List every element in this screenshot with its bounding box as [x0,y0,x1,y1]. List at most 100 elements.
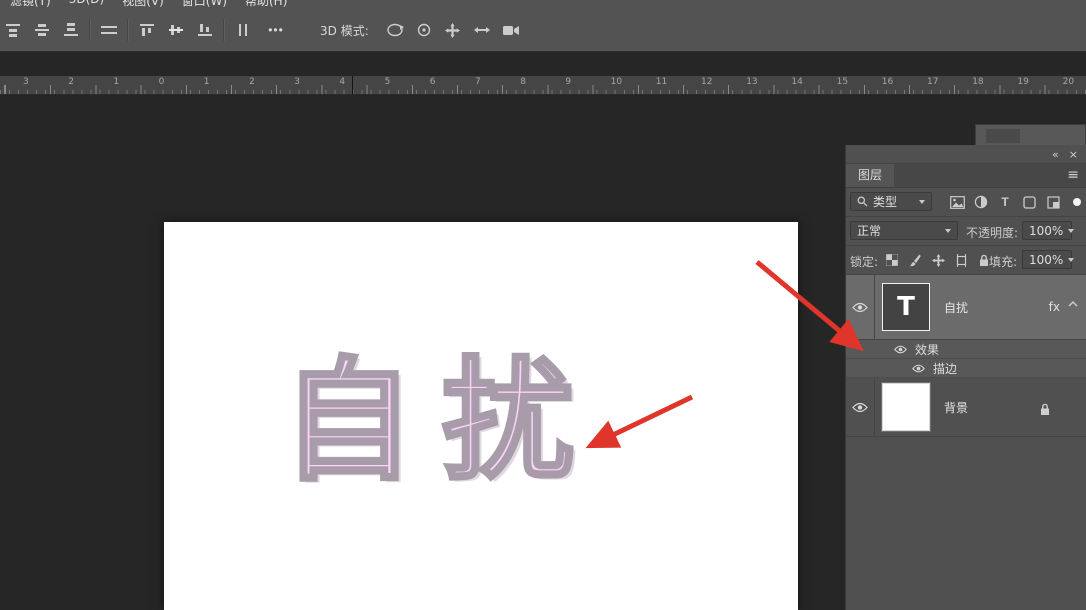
ruler-label: 14 [791,77,802,87]
3d-roll-icon [416,22,432,38]
layer-row-text[interactable]: T 自扰 fx [846,275,1086,340]
chevron-down-icon [1068,229,1074,233]
chevron-down-icon [1068,258,1074,262]
align-vcenter-icon [169,23,183,37]
photoshop-window: 滤镜(T) 3D(D) 视图(V) 窗口(W) 帮助(H) [0,0,1086,610]
distribute-vcenter-button[interactable] [31,19,53,41]
filter-adjustment-button[interactable] [972,193,990,211]
blend-mode-row: 正常 不透明度: 100% [846,217,1086,246]
thumbnail-letter: T [897,292,915,322]
menu-window[interactable]: 窗口(W) [182,0,227,9]
distribute-top-icon [5,23,21,37]
collapse-panel-icon[interactable]: « [1052,149,1059,160]
more-options-button[interactable]: ••• [261,19,291,41]
opacity-select[interactable]: 100% [1022,221,1072,240]
effects-group-row[interactable]: 效果 [846,340,1086,359]
filter-type-layer-button[interactable]: T [996,193,1014,211]
divider [127,19,129,41]
menu-3d[interactable]: 3D(D) [69,0,104,9]
layer-row-background[interactable]: 背景 [846,378,1086,437]
collapsed-panel-tab[interactable] [986,129,1020,143]
chevron-down-icon [945,229,951,233]
3d-mode-label: 3D 模式: [320,22,369,39]
ruler-label: 13 [746,77,757,87]
distribute-top-button[interactable] [2,19,24,41]
layers-panel: « × 图层 ≡ 类型 T [845,145,1086,610]
fx-badge[interactable]: fx [1049,300,1060,314]
visibility-toggle[interactable] [846,378,875,436]
ruler-label: 1 [113,77,119,87]
ruler-label: 17 [927,77,938,87]
fill-select[interactable]: 100% [1022,250,1072,269]
fill-value: 100% [1029,253,1063,267]
filter-pixel-button[interactable] [948,193,966,211]
divider [223,19,225,41]
checkerboard-icon [886,254,898,266]
layer-name[interactable]: 自扰 [944,299,968,316]
background-layer-thumbnail[interactable] [882,383,930,431]
3d-orbit-button[interactable] [384,19,406,41]
divider [89,19,91,41]
stroke-effect-row[interactable]: 描边 [846,359,1086,378]
artboard-icon [955,254,968,267]
blend-mode-select[interactable]: 正常 [850,221,958,240]
filter-shape-button[interactable] [1020,193,1038,211]
eye-icon [852,402,868,413]
image-icon [950,196,965,209]
collapse-effects-icon[interactable] [1068,301,1078,307]
align-bottom-icon [198,23,212,37]
eye-icon [852,302,868,313]
blend-mode-value: 正常 [857,222,881,239]
eye-icon [912,364,925,373]
distribute-bottom-button[interactable] [60,19,82,41]
lock-transparent-pixels-button[interactable] [884,252,900,268]
lock-image-pixels-button[interactable] [907,252,923,268]
distribute-hspacing-button[interactable] [232,19,254,41]
effects-group-label: 效果 [915,341,939,358]
lock-icon [979,254,989,267]
visibility-toggle[interactable] [846,275,875,339]
panel-menu-icon[interactable]: ≡ [1067,167,1079,183]
adjustment-circle-icon [974,195,988,209]
stroke-effect-label: 描边 [933,360,957,377]
lock-artboard-button[interactable] [953,252,969,268]
align-bottom-button[interactable] [194,19,216,41]
options-bar: ••• 3D 模式: [0,9,1086,52]
shape-square-icon [1023,196,1036,209]
effects-visibility-toggle[interactable] [894,345,907,354]
filter-switch-toggle[interactable] [1073,198,1081,206]
collapsed-panel-stub[interactable] [975,124,1086,146]
menu-help[interactable]: 帮助(H) [245,0,287,9]
distribute-spacing-icon [100,24,118,36]
ruler-label: 1 [204,77,210,87]
tab-layers[interactable]: 图层 [846,164,894,187]
menu-view[interactable]: 视图(V) [122,0,164,9]
ruler-label: 16 [882,77,893,87]
align-vcenter-button[interactable] [165,19,187,41]
text-layer-thumbnail[interactable]: T [882,283,930,331]
align-top-button[interactable] [136,19,158,41]
3d-pan-button[interactable] [442,19,464,41]
menu-filter[interactable]: 滤镜(T) [10,0,51,9]
distribute-spacing-button[interactable] [98,19,120,41]
3d-dolly-button[interactable] [500,19,522,41]
opacity-value: 100% [1029,224,1063,238]
ruler-label: 18 [972,77,983,87]
stroke-visibility-toggle[interactable] [912,364,925,373]
close-panel-icon[interactable]: × [1069,149,1078,160]
filter-smart-object-button[interactable] [1044,193,1062,211]
ruler-label: 12 [701,77,712,87]
horizontal-ruler[interactable]: 32101234567891011121314151617181920 [0,76,1086,95]
3d-roll-button[interactable] [413,19,435,41]
ruler-label: 3 [23,77,29,87]
lock-position-button[interactable] [930,252,946,268]
3d-slide-button[interactable] [471,19,493,41]
3d-orbit-icon [386,22,404,38]
ruler-label: 0 [159,77,165,87]
styled-text-art: 自扰 [282,350,602,495]
menu-bar: 滤镜(T) 3D(D) 视图(V) 窗口(W) 帮助(H) [0,0,1086,9]
filter-type-select[interactable]: 类型 [850,192,932,211]
document-canvas[interactable]: 自扰 [164,222,798,610]
distribute-vcenter-icon [34,23,50,37]
layer-name[interactable]: 背景 [944,399,968,416]
